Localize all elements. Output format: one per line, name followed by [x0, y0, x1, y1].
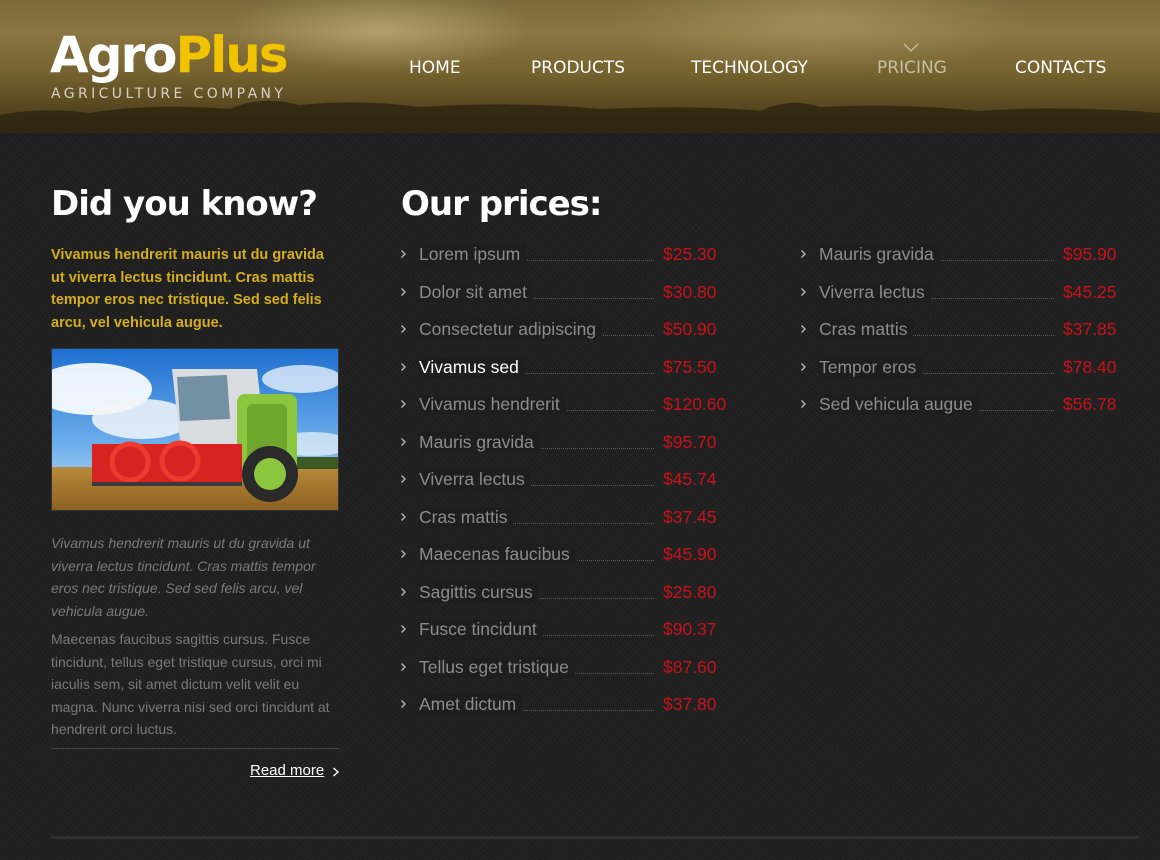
footer-divider [51, 836, 1139, 839]
chevron-right-icon [801, 325, 806, 333]
price-item[interactable]: Viverra lectus $45.25 [800, 281, 1130, 320]
nav-contacts[interactable]: CONTACTS [1015, 58, 1106, 78]
price-item-name: Cras mattis [819, 319, 914, 340]
nav-technology[interactable]: TECHNOLOGY [691, 58, 808, 78]
price-item[interactable]: Mauris gravida $95.90 [800, 244, 1130, 282]
price-item[interactable]: Viverra lectus $45.74 [400, 469, 730, 507]
header: AgroPlus AGRICULTURE COMPANY HOME PRODUC… [0, 0, 1160, 133]
chevron-right-icon [401, 475, 406, 483]
price-item-price: $120.60 [663, 394, 727, 414]
price-item-price: $50.90 [663, 319, 717, 339]
chevron-right-icon [801, 400, 806, 408]
price-item[interactable]: Lorem ipsum $25.30 [400, 244, 730, 282]
price-item[interactable]: Cras mattis $37.45 [400, 506, 730, 545]
price-item-price: $75.50 [663, 356, 717, 377]
logo-tagline: AGRICULTURE COMPANY [51, 86, 287, 102]
price-item[interactable]: Consectetur adipiscing $50.90 [400, 319, 730, 357]
price-item-price: $87.60 [663, 656, 717, 677]
price-item-name: Mauris gravida [419, 431, 540, 453]
active-chevron-icon [903, 43, 919, 52]
price-item[interactable]: Dolor sit amet $30.80 [400, 281, 730, 320]
chevron-right-icon [401, 587, 406, 596]
price-item[interactable]: Maecenas faucibus $45.90 [400, 544, 730, 582]
price-item-price: $45.74 [663, 469, 717, 489]
price-item[interactable]: Tempor eros $78.40 [800, 356, 1130, 395]
price-item[interactable]: Sagittis cursus $25.80 [400, 581, 730, 620]
sidebar-intro: Vivamus hendrerit mauris ut du gravida u… [51, 247, 324, 331]
chevron-right-icon [401, 625, 406, 633]
price-item[interactable]: Vivamus hendrerit $120.60 [400, 394, 730, 432]
price-item-price: $37.45 [663, 506, 717, 527]
chevron-right-icon [333, 767, 340, 777]
price-item-name: Maecenas faucibus [419, 544, 576, 565]
price-list-column-1: Lorem ipsum $25.30 Dolor sit amet $30.80 Con… [400, 244, 730, 732]
price-item-name: Tellus eget tristique [419, 656, 575, 678]
chevron-right-icon [801, 287, 806, 296]
divider [51, 748, 339, 749]
price-item-price: $25.80 [663, 581, 717, 602]
price-item[interactable]: Tellus eget tristique $87.60 [400, 656, 730, 695]
combine-harvester-photo [51, 348, 339, 511]
main-nav: HOME PRODUCTS TECHNOLOGY PRICING CONTACT… [0, 58, 1160, 82]
price-item-name: Vivamus sed [419, 356, 525, 378]
chevron-right-icon [401, 512, 406, 521]
nav-products[interactable]: PRODUCTS [531, 58, 625, 78]
prices-title: Our prices: [401, 184, 603, 224]
chevron-right-icon [401, 362, 406, 371]
price-list-column-2: Mauris gravida $95.90 Viverra lectus $45.25… [800, 244, 1130, 432]
price-item-price: $30.80 [663, 281, 717, 302]
price-item-price: $37.85 [1063, 319, 1117, 339]
price-item[interactable]: Vivamus sed $75.50 [400, 356, 730, 395]
price-item-price: $78.40 [1063, 356, 1117, 377]
price-item-name: Mauris gravida [819, 244, 940, 265]
price-item-price: $37.80 [663, 694, 717, 714]
price-item-price: $90.37 [663, 619, 717, 639]
sidebar-title: Did you know? [51, 184, 318, 224]
chevron-right-icon [401, 250, 406, 258]
chevron-right-icon [401, 700, 406, 708]
price-item-price: $45.25 [1063, 281, 1117, 302]
chevron-right-icon [801, 362, 806, 371]
price-item[interactable]: Cras mattis $37.85 [800, 319, 1130, 357]
price-item[interactable]: Amet dictum $37.80 [400, 694, 730, 732]
price-item-price: $25.30 [663, 244, 717, 264]
price-item-name: Amet dictum [419, 694, 523, 715]
price-item-price: $56.78 [1063, 394, 1117, 414]
chevron-right-icon [401, 400, 406, 408]
price-item-name: Fusce tincidunt [419, 619, 543, 640]
photo-caption: Vivamus hendrerit mauris ut du gravida u… [51, 535, 316, 619]
chevron-right-icon [801, 250, 806, 258]
chevron-right-icon [401, 325, 406, 333]
price-item-name: Vivamus hendrerit [419, 394, 566, 415]
price-item-price: $95.90 [1063, 244, 1117, 264]
chevron-right-icon [401, 662, 406, 671]
price-item-price: $95.70 [663, 431, 717, 452]
price-item-price: $45.90 [663, 544, 717, 564]
nav-home[interactable]: HOME [409, 58, 461, 78]
chevron-right-icon [401, 287, 406, 296]
nav-pricing[interactable]: PRICING [877, 58, 947, 78]
price-item-name: Sed vehicula augue [819, 394, 979, 415]
price-item-name: Tempor eros [819, 356, 923, 378]
price-item[interactable]: Sed vehicula augue $56.78 [800, 394, 1130, 432]
price-item-name: Viverra lectus [419, 469, 531, 490]
chevron-right-icon [401, 550, 406, 558]
price-item[interactable]: Fusce tincidunt $90.37 [400, 619, 730, 657]
price-item[interactable]: Mauris gravida $95.70 [400, 431, 730, 470]
price-item-name: Lorem ipsum [419, 244, 527, 265]
sidebar-body: Maecenas faucibus sagittis cursus. Fusce… [51, 631, 330, 737]
price-item-name: Sagittis cursus [419, 581, 539, 603]
price-item-name: Viverra lectus [819, 281, 931, 303]
price-item-name: Cras mattis [419, 506, 514, 528]
price-item-name: Consectetur adipiscing [419, 319, 603, 340]
read-more-link[interactable]: Read more [250, 762, 324, 779]
price-item-name: Dolor sit amet [419, 281, 533, 303]
chevron-right-icon [401, 437, 406, 446]
